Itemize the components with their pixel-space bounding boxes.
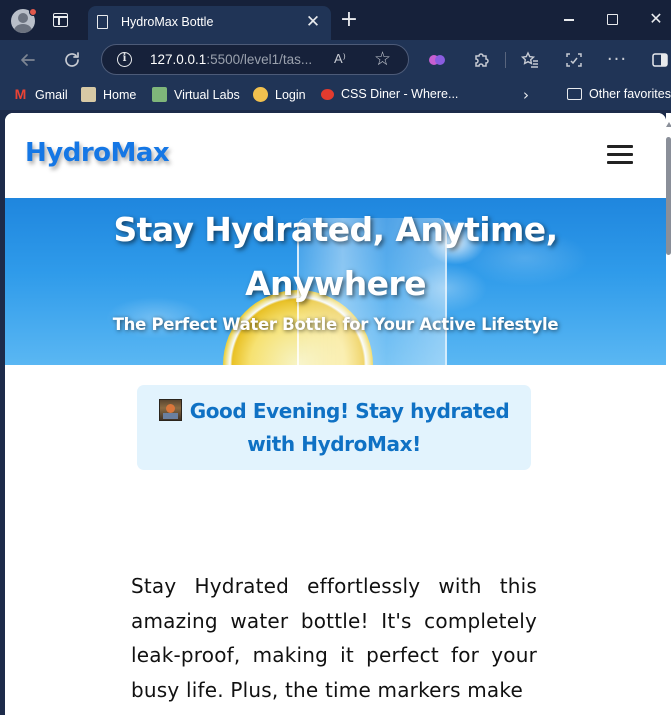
bookmark-virtual-labs[interactable]: Virtual Labs xyxy=(152,87,240,102)
page-icon xyxy=(97,15,108,29)
reload-icon[interactable] xyxy=(61,49,83,71)
maximize-icon[interactable] xyxy=(599,8,625,30)
greeting-box: Good Evening! Stay hydrated with HydroMa… xyxy=(137,385,531,470)
copilot-brain-icon[interactable] xyxy=(426,49,448,71)
url-text[interactable]: 127.0.0.1:5500/level1/tas... xyxy=(150,52,312,67)
browser-tab-bar: HydroMax Bottle ✕ + ✕ xyxy=(0,0,671,40)
bookmark-login[interactable]: Login xyxy=(253,87,306,102)
back-arrow-icon[interactable] xyxy=(17,49,39,71)
window-close-icon[interactable]: ✕ xyxy=(643,8,669,30)
screenshot-icon[interactable] xyxy=(563,49,585,71)
site-logo[interactable]: HydroMax xyxy=(25,138,170,168)
active-tab[interactable]: HydroMax Bottle ✕ xyxy=(88,6,331,40)
bookmark-label: Gmail xyxy=(35,87,68,102)
virtual-labs-icon xyxy=(152,87,167,102)
hero-subtitle: The Perfect Water Bottle for Your Active… xyxy=(112,315,559,334)
favorite-star-icon[interactable]: ☆ xyxy=(374,48,391,70)
tab-actions-icon[interactable] xyxy=(53,13,68,27)
site-info-icon[interactable]: i xyxy=(117,52,132,67)
site-header: HydroMax xyxy=(5,113,666,198)
address-bar[interactable]: i 127.0.0.1:5500/level1/tas... A⁾ ☆ xyxy=(101,44,409,75)
bookmarks-bar: M Gmail Home Virtual Labs Login CSS Dine… xyxy=(0,80,671,110)
bookmark-label: Login xyxy=(275,87,306,102)
minimize-icon[interactable] xyxy=(556,8,582,30)
greeting-text-wrap: Good Evening! Stay hydrated with HydroMa… xyxy=(137,395,531,461)
notification-dot-icon xyxy=(29,8,37,16)
other-favorites[interactable]: Other favorites xyxy=(567,87,671,101)
bookmark-css-diner[interactable]: CSS Diner - Where... xyxy=(321,87,458,101)
tab-close-icon[interactable]: ✕ xyxy=(303,12,323,32)
new-tab-icon[interactable]: + xyxy=(338,9,360,31)
gmail-icon: M xyxy=(14,86,27,102)
browser-toolbar: i 127.0.0.1:5500/level1/tas... A⁾ ☆ ··· xyxy=(0,40,671,80)
login-icon xyxy=(253,87,268,102)
other-favorites-label: Other favorites xyxy=(589,87,671,101)
bookmark-label: Home xyxy=(103,87,137,102)
bookmark-home[interactable]: Home xyxy=(81,87,136,102)
hamburger-menu-icon[interactable] xyxy=(607,145,633,165)
product-description: Stay Hydrated effortlessly with this ama… xyxy=(131,574,537,702)
css-diner-icon xyxy=(321,88,334,100)
toolbar-separator xyxy=(505,52,506,68)
hero-banner: Stay Hydrated, Anytime, Anywhere The Per… xyxy=(5,198,666,365)
read-aloud-icon[interactable]: A⁾ xyxy=(334,51,346,67)
page-viewport: HydroMax Stay Hydrated, Anytime, Anywher… xyxy=(5,113,666,715)
sidebar-toggle-icon[interactable] xyxy=(649,49,671,71)
more-options-icon[interactable]: ··· xyxy=(606,49,628,71)
hero-title: Stay Hydrated, Anytime, Anywhere xyxy=(113,210,558,303)
tab-title: HydroMax Bottle xyxy=(121,15,214,29)
evening-icon xyxy=(158,399,182,421)
url-host: 127.0.0.1 xyxy=(150,52,207,67)
extensions-puzzle-icon[interactable] xyxy=(470,49,492,71)
bookmark-gmail[interactable]: M Gmail xyxy=(13,87,68,102)
url-path: :5500/level1/tas... xyxy=(206,52,313,67)
home-icon xyxy=(81,87,96,102)
bookmark-label: CSS Diner - Where... xyxy=(341,87,459,101)
folder-icon xyxy=(567,88,582,100)
favorites-list-icon[interactable] xyxy=(519,49,541,71)
chevron-right-icon[interactable]: › xyxy=(523,86,529,104)
scroll-up-arrow-icon[interactable] xyxy=(666,122,671,127)
bookmark-label: Virtual Labs xyxy=(174,87,240,102)
scrollbar-thumb[interactable] xyxy=(666,137,671,255)
greeting-message: Good Evening! Stay hydrated with HydroMa… xyxy=(189,399,510,456)
